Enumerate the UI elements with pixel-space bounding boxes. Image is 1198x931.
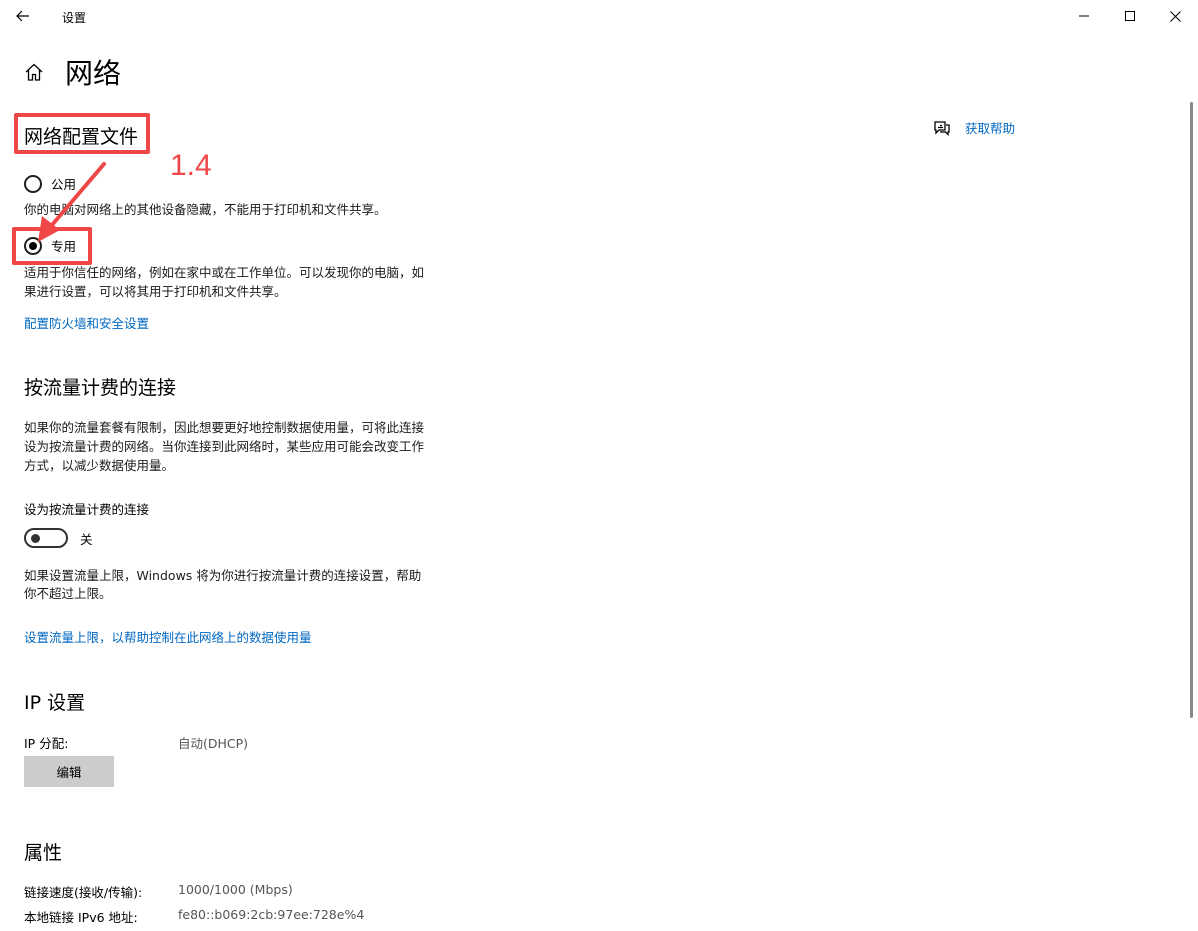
window-title: 设置 — [62, 11, 87, 25]
metered-toggle-label: 设为按流量计费的连接 — [24, 502, 150, 517]
ipv6-label: 本地链接 IPv6 地址: — [24, 910, 138, 925]
metered-toggle-state: 关 — [80, 532, 93, 547]
arrow-left-icon — [16, 10, 29, 22]
ip-settings-heading: IP 设置 — [24, 692, 86, 714]
annotation-arrow-icon — [38, 162, 106, 242]
help-chat-icon — [934, 120, 950, 136]
get-help-link[interactable]: 获取帮助 — [933, 118, 1015, 137]
minimize-button[interactable] — [1061, 0, 1107, 32]
toggle-knob — [31, 534, 40, 543]
close-button[interactable] — [1152, 0, 1198, 32]
annotation-step-label: 1.4 — [170, 149, 212, 182]
minimize-icon — [1079, 15, 1089, 17]
private-description-line2: 果进行设置，可以将其用于打印机和文件共享。 — [24, 284, 287, 299]
home-icon — [25, 63, 43, 81]
ipv6-value: fe80::b069:2cb:97ee:728e%4 — [178, 907, 365, 922]
home-button[interactable] — [24, 62, 44, 82]
close-icon — [1169, 10, 1181, 22]
metered-description-line2: 设为按流量计费的网络。当你连接到此网络时，某些应用可能会改变工作 — [24, 439, 425, 454]
link-speed-label: 链接速度(接收/传输): — [24, 885, 143, 900]
metered-heading: 按流量计费的连接 — [24, 377, 177, 399]
properties-heading: 属性 — [24, 842, 63, 864]
scrollbar-thumb[interactable] — [1190, 102, 1193, 718]
ip-assignment-label: IP 分配: — [24, 736, 69, 751]
data-limit-description-line2: 你不超过上限。 — [24, 586, 112, 601]
annotation-box-profile — [14, 113, 150, 154]
maximize-icon — [1125, 11, 1135, 21]
firewall-settings-link[interactable]: 配置防火墙和安全设置 — [24, 313, 149, 332]
link-speed-value: 1000/1000 (Mbps) — [178, 882, 293, 897]
private-description-line1: 适用于你信任的网络，例如在家中或在工作单位。可以发现你的电脑，如 — [24, 265, 425, 280]
maximize-button[interactable] — [1107, 0, 1153, 32]
get-help-label: 获取帮助 — [965, 121, 1016, 136]
ip-assignment-value: 自动(DHCP) — [178, 736, 249, 751]
data-limit-description-line1: 如果设置流量上限，Windows 将为你进行按流量计费的连接设置，帮助 — [24, 568, 422, 583]
page-title: 网络 — [65, 57, 122, 90]
metered-toggle[interactable] — [24, 528, 68, 548]
data-limit-link[interactable]: 设置流量上限，以帮助控制在此网络上的数据使用量 — [24, 627, 312, 646]
edit-ip-button[interactable]: 编辑 — [24, 756, 114, 787]
metered-description-line1: 如果你的流量套餐有限制，因此想要更好地控制数据使用量，可将此连接 — [24, 420, 425, 435]
back-button[interactable] — [0, 0, 46, 32]
metered-description-line3: 方式，以减少数据使用量。 — [24, 458, 175, 473]
